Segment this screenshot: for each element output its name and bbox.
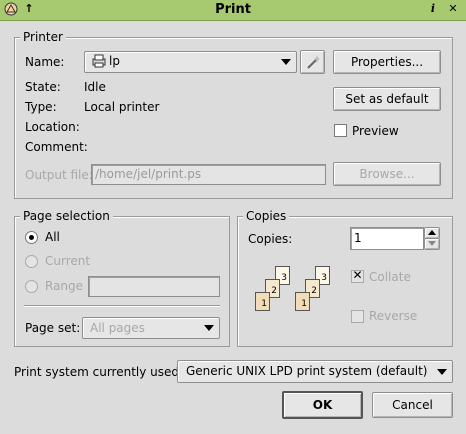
page-set-label: Page set: bbox=[25, 321, 81, 335]
printer-name-value: lp bbox=[109, 54, 120, 68]
page-1-icon: 1 bbox=[255, 292, 270, 311]
printer-name-combo[interactable]: lp bbox=[84, 51, 297, 73]
page-number: 1 bbox=[261, 299, 267, 309]
name-label: Name: bbox=[25, 55, 65, 69]
collate-label: Collate bbox=[369, 270, 411, 284]
page-set-value: All pages bbox=[90, 321, 145, 335]
printer-group-label: Printer bbox=[20, 30, 66, 44]
radio-all[interactable] bbox=[25, 231, 38, 244]
collate-checkbox[interactable]: ✕ bbox=[351, 268, 364, 283]
reverse-checkbox[interactable] bbox=[351, 310, 364, 323]
type-value: Local printer bbox=[84, 100, 160, 114]
radio-current[interactable] bbox=[25, 255, 38, 268]
chevron-down-icon bbox=[281, 59, 291, 65]
page-number: 3 bbox=[321, 273, 327, 283]
radio-range-label: Range bbox=[45, 279, 84, 293]
reverse-label: Reverse bbox=[369, 309, 418, 323]
state-label: State: bbox=[25, 80, 61, 94]
radio-selected-dot bbox=[29, 235, 34, 240]
output-file-value: /home/jel/print.ps bbox=[95, 167, 202, 181]
set-as-default-button[interactable]: Set as default bbox=[333, 87, 441, 111]
comment-label: Comment: bbox=[25, 140, 88, 154]
page-number: 1 bbox=[301, 299, 307, 309]
preview-checkbox[interactable] bbox=[334, 124, 347, 137]
close-icon[interactable]: ✕ bbox=[446, 2, 460, 16]
print-system-value: Generic UNIX LPD print system (default) bbox=[186, 364, 428, 378]
radio-all-label: All bbox=[45, 230, 60, 244]
checkmark-icon: ✕ bbox=[352, 268, 363, 282]
browse-button[interactable]: Browse... bbox=[333, 162, 441, 186]
chevron-down-icon bbox=[437, 368, 447, 375]
copies-value: 1 bbox=[354, 231, 362, 245]
page-number: 2 bbox=[271, 286, 277, 296]
info-icon[interactable]: i bbox=[426, 2, 440, 16]
radio-range[interactable] bbox=[25, 280, 38, 293]
copies-label: Copies: bbox=[248, 232, 293, 246]
print-system-combo[interactable]: Generic UNIX LPD print system (default) bbox=[177, 360, 453, 383]
arrow-up-icon bbox=[428, 230, 436, 235]
printer-wizard-button[interactable] bbox=[300, 50, 325, 74]
title-bar[interactable]: ↑ Print i ✕ bbox=[0, 0, 466, 21]
state-value: Idle bbox=[84, 80, 106, 94]
location-label: Location: bbox=[25, 120, 80, 134]
page-selection-group-label: Page selection bbox=[20, 209, 113, 223]
copies-spinbox[interactable]: 1 bbox=[350, 227, 424, 250]
cancel-button[interactable]: Cancel bbox=[372, 392, 453, 418]
copies-group-label: Copies bbox=[243, 209, 290, 223]
collate-illustration: 3 2 1 3 2 1 bbox=[247, 266, 337, 322]
printer-icon bbox=[91, 54, 107, 71]
properties-button[interactable]: Properties... bbox=[333, 50, 441, 74]
page-selection-divider bbox=[24, 305, 220, 307]
arrow-down-icon bbox=[428, 241, 436, 246]
page-set-combo[interactable]: All pages bbox=[82, 317, 220, 339]
range-input[interactable] bbox=[88, 276, 220, 297]
ok-button[interactable]: OK bbox=[282, 391, 363, 419]
magic-wand-icon bbox=[305, 54, 321, 73]
radio-current-label: Current bbox=[45, 254, 91, 268]
output-file-label: Output file: bbox=[25, 168, 93, 182]
page-number: 3 bbox=[281, 273, 287, 283]
output-file-field[interactable]: /home/jel/print.ps bbox=[91, 164, 326, 185]
type-label: Type: bbox=[25, 100, 57, 114]
preview-label: Preview bbox=[352, 124, 399, 138]
copies-decrement-button[interactable] bbox=[424, 238, 440, 250]
page-1-icon: 1 bbox=[295, 292, 310, 311]
window-title: Print bbox=[215, 2, 251, 17]
chevron-down-icon bbox=[204, 325, 214, 331]
print-system-label: Print system currently used: bbox=[14, 365, 184, 379]
page-number: 2 bbox=[311, 286, 317, 296]
